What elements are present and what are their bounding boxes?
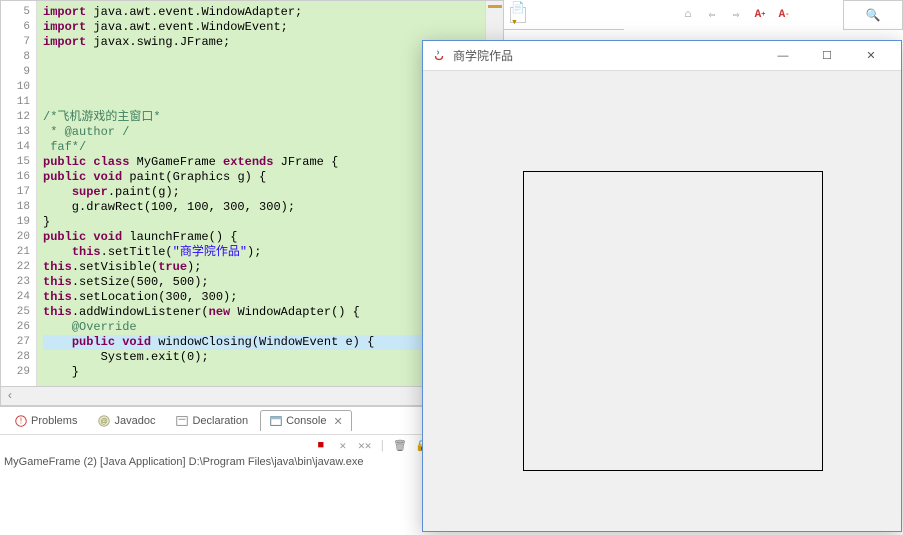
search-box[interactable]: 🔍: [843, 0, 903, 30]
console-icon: [269, 414, 283, 428]
code-line[interactable]: System.exit(0);: [43, 350, 479, 365]
clear-console-button[interactable]: 🗑: [392, 438, 408, 454]
code-line[interactable]: }: [43, 365, 479, 380]
tab-label: Declaration: [192, 415, 248, 427]
home-icon[interactable]: ⌂: [680, 7, 696, 23]
java-cup-icon: [431, 48, 447, 64]
tab-label: Problems: [31, 415, 77, 427]
terminate-button[interactable]: ■: [313, 438, 329, 454]
line-number: 12: [1, 110, 30, 125]
line-number: 19: [1, 215, 30, 230]
line-number: 16: [1, 170, 30, 185]
code-line[interactable]: this.setTitle("商学院作品");: [43, 245, 479, 260]
line-number: 20: [1, 230, 30, 245]
line-number: 22: [1, 260, 30, 275]
code-line[interactable]: this.setLocation(300, 300);: [43, 290, 479, 305]
line-number: 23: [1, 275, 30, 290]
code-line[interactable]: [43, 80, 479, 95]
line-number: 29: [1, 365, 30, 380]
line-number: 14: [1, 140, 30, 155]
line-number: 17: [1, 185, 30, 200]
overview-marker[interactable]: [488, 5, 502, 8]
code-line[interactable]: super.paint(g);: [43, 185, 479, 200]
line-number: 18: [1, 200, 30, 215]
code-line[interactable]: this.setVisible(true);: [43, 260, 479, 275]
code-line[interactable]: import javax.swing.JFrame;: [43, 35, 479, 50]
code-line[interactable]: import java.awt.event.WindowEvent;: [43, 20, 479, 35]
code-content[interactable]: import java.awt.event.WindowAdapter;impo…: [37, 1, 485, 386]
line-number: 21: [1, 245, 30, 260]
code-line[interactable]: [43, 65, 479, 80]
tab-declaration[interactable]: Declaration: [167, 411, 256, 431]
code-line[interactable]: public void windowClosing(WindowEvent e)…: [43, 335, 479, 350]
code-line[interactable]: faf*/: [43, 140, 479, 155]
code-line[interactable]: public void paint(Graphics g) {: [43, 170, 479, 185]
code-line[interactable]: public void launchFrame() {: [43, 230, 479, 245]
line-number: 24: [1, 290, 30, 305]
java-swing-window: 商学院作品 — ☐ ✕: [422, 40, 902, 532]
tab-label: Javadoc: [114, 415, 155, 427]
tab-javadoc[interactable]: @ Javadoc: [89, 411, 163, 431]
problems-icon: !: [14, 414, 28, 428]
new-dropdown-button[interactable]: 📄▾: [510, 7, 526, 23]
titlebar[interactable]: 商学院作品 — ☐ ✕: [423, 41, 901, 71]
window-title: 商学院作品: [453, 47, 513, 64]
svg-text:!: !: [20, 416, 22, 425]
code-line[interactable]: public class MyGameFrame extends JFrame …: [43, 155, 479, 170]
code-line[interactable]: this.setSize(500, 500);: [43, 275, 479, 290]
aux-toolbar-left: 📄▾: [504, 0, 624, 30]
line-number: 25: [1, 305, 30, 320]
code-line[interactable]: this.addWindowListener(new WindowAdapter…: [43, 305, 479, 320]
back-icon[interactable]: ⇦: [704, 7, 720, 23]
remove-all-button[interactable]: ✕✕: [357, 438, 373, 454]
tab-problems[interactable]: ! Problems: [6, 411, 85, 431]
close-button[interactable]: ✕: [849, 42, 893, 70]
tab-console[interactable]: Console ✕: [260, 410, 352, 431]
line-number: 7: [1, 35, 30, 50]
code-line[interactable]: }: [43, 215, 479, 230]
line-number: 10: [1, 80, 30, 95]
search-icon: 🔍: [866, 8, 881, 23]
remove-launch-button[interactable]: ✕: [335, 438, 351, 454]
line-number: 26: [1, 320, 30, 335]
swing-paint-canvas: [423, 71, 901, 531]
code-line[interactable]: [43, 95, 479, 110]
scroll-left-arrow[interactable]: ‹: [1, 389, 19, 403]
line-number: 8: [1, 50, 30, 65]
declaration-icon: [175, 414, 189, 428]
code-line[interactable]: import java.awt.event.WindowAdapter;: [43, 5, 479, 20]
line-number-gutter: 5678910111213141516171819202122232425262…: [1, 1, 37, 386]
line-number: 28: [1, 350, 30, 365]
line-number: 13: [1, 125, 30, 140]
drawn-rectangle: [523, 171, 823, 471]
line-number: 11: [1, 95, 30, 110]
line-number: 27: [1, 335, 30, 350]
code-line[interactable]: @Override: [43, 320, 479, 335]
line-number: 15: [1, 155, 30, 170]
maximize-button[interactable]: ☐: [805, 42, 849, 70]
code-line[interactable]: /*飞机游戏的主窗口*: [43, 110, 479, 125]
code-line[interactable]: g.drawRect(100, 100, 300, 300);: [43, 200, 479, 215]
code-line[interactable]: * @author /: [43, 125, 479, 140]
font-increase-icon[interactable]: A+: [752, 7, 768, 23]
close-icon[interactable]: ✕: [333, 415, 342, 428]
forward-icon[interactable]: ⇨: [728, 7, 744, 23]
javadoc-icon: @: [97, 414, 111, 428]
minimize-button[interactable]: —: [761, 42, 805, 70]
svg-text:@: @: [101, 418, 108, 425]
aux-toolbar-nav: ⌂ ⇦ ⇨ A+ A-: [680, 0, 820, 30]
font-decrease-icon[interactable]: A-: [776, 7, 792, 23]
tab-label: Console: [286, 415, 326, 427]
code-line[interactable]: [43, 50, 479, 65]
line-number: 5: [1, 5, 30, 20]
line-number: 9: [1, 65, 30, 80]
line-number: 6: [1, 20, 30, 35]
